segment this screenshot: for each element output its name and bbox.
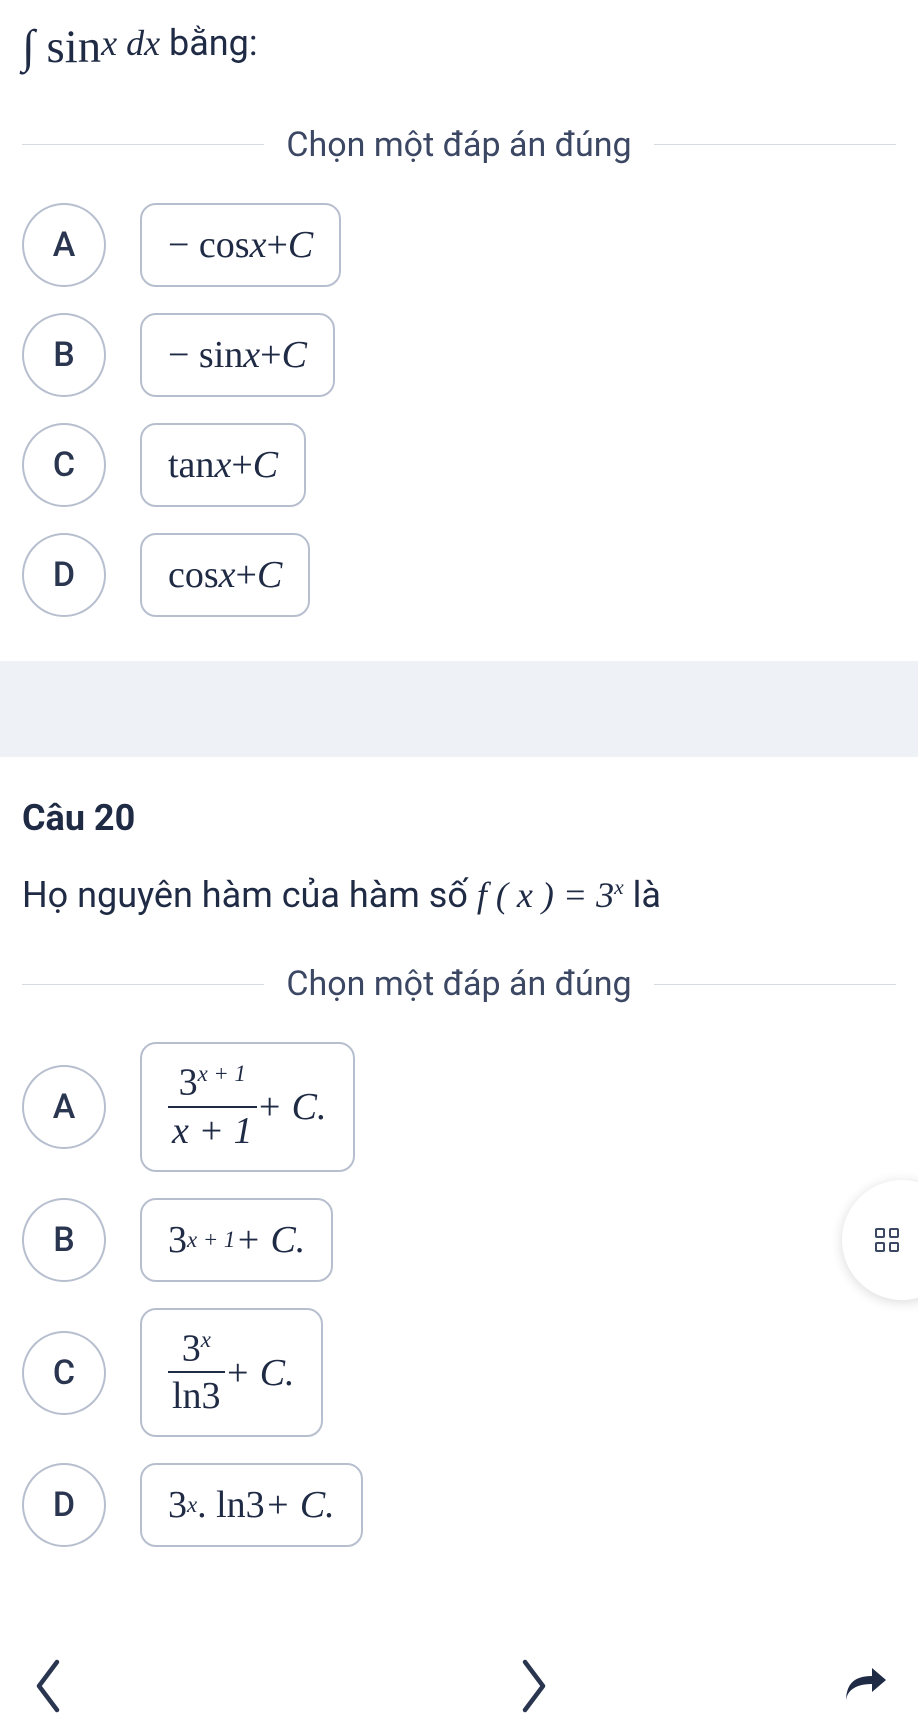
divider-line-left <box>22 144 264 145</box>
option-letter: C <box>22 423 106 507</box>
option-letter: A <box>22 203 106 287</box>
expr-plus: + <box>236 553 257 597</box>
denominator: ln3 <box>168 1371 225 1417</box>
expr-pre: cos <box>168 553 219 597</box>
option-b[interactable]: B 3x + 1 + C. <box>22 1198 896 1282</box>
expr-plus: + <box>260 333 281 377</box>
option-letter: D <box>22 1463 106 1547</box>
option-letter: B <box>22 1198 106 1282</box>
expr-c: C <box>257 553 282 597</box>
expr-var: x <box>250 223 267 267</box>
question-20: Câu 20 Họ nguyên hàm của hàm số f ( x ) … <box>0 797 918 1547</box>
option-box: 3x ln3 + C. <box>140 1308 323 1437</box>
prev-button[interactable] <box>30 1656 66 1720</box>
base: 3 <box>168 1483 187 1527</box>
exp: x <box>187 1492 197 1518</box>
numerator: 3x + 1 <box>175 1062 250 1106</box>
expr-pre: − cos <box>168 223 250 267</box>
question-19: ∫ sinx dx bằng: Chọn một đáp án đúng A −… <box>0 0 918 617</box>
base: 3 <box>168 1218 187 1262</box>
question-stem: Họ nguyên hàm của hàm số f ( x ) = 3x là <box>22 857 896 925</box>
question-stem: ∫ sinx dx bằng: <box>22 0 896 85</box>
expr-plus: + <box>266 223 287 267</box>
mid: . ln3 <box>197 1483 265 1527</box>
num-exp: x + 1 <box>198 1061 246 1086</box>
stem-post: là <box>633 874 661 916</box>
options-list: A − cosx + C B − sinx + C C tanx + C D c… <box>22 203 896 617</box>
dx-d: d <box>126 23 144 63</box>
instruction-divider: Chọn một đáp án đúng <box>22 964 896 1004</box>
num-base: 3 <box>182 1328 201 1370</box>
option-letter: D <box>22 533 106 617</box>
option-box: 3x + 1 + C. <box>140 1198 333 1282</box>
section-gap <box>0 661 918 757</box>
bottom-nav <box>0 1656 918 1720</box>
dx-x: x <box>144 23 160 63</box>
denominator: x + 1 <box>168 1106 257 1152</box>
divider-line-left <box>22 984 264 985</box>
option-box: − sinx + C <box>140 313 335 397</box>
option-letter: B <box>22 313 106 397</box>
option-box: 3x + 1 x + 1 + C. <box>140 1042 355 1171</box>
fraction: 3x ln3 <box>168 1328 225 1417</box>
num-exp: x <box>201 1327 211 1352</box>
divider-line-right <box>654 144 896 145</box>
expr-var: x <box>243 333 260 377</box>
divider-line-right <box>654 984 896 985</box>
options-list: A 3x + 1 x + 1 + C. B 3x + 1 + C. C 3x l… <box>22 1042 896 1547</box>
numerator: 3x <box>178 1328 215 1372</box>
expr-var: x <box>219 553 236 597</box>
grid-icon <box>875 1228 899 1252</box>
option-box: cosx + C <box>140 533 310 617</box>
option-c[interactable]: C tanx + C <box>22 423 896 507</box>
stem-f: f ( x ) = 3 <box>477 875 614 915</box>
option-letter: A <box>22 1065 106 1149</box>
expr-c: C <box>253 443 278 487</box>
expr-tail: + C. <box>225 1351 295 1395</box>
option-d[interactable]: D 3x . ln3 + C. <box>22 1463 896 1547</box>
var-x: x <box>101 23 117 63</box>
divider-text: Chọn một đáp án đúng <box>286 125 631 165</box>
option-b[interactable]: B − sinx + C <box>22 313 896 397</box>
exp: x + 1 <box>187 1227 235 1253</box>
next-button[interactable] <box>516 1656 552 1720</box>
num-base: 3 <box>179 1062 198 1104</box>
expr-plus: + <box>231 443 252 487</box>
fraction: 3x + 1 x + 1 <box>168 1062 257 1151</box>
option-box: − cosx + C <box>140 203 341 287</box>
stem-suffix: bằng: <box>169 22 258 64</box>
expr-c: C <box>288 223 313 267</box>
option-a[interactable]: A 3x + 1 x + 1 + C. <box>22 1042 896 1171</box>
option-d[interactable]: D cosx + C <box>22 533 896 617</box>
option-box: 3x . ln3 + C. <box>140 1463 363 1547</box>
expr-tail: + C. <box>235 1218 305 1262</box>
instruction-divider: Chọn một đáp án đúng <box>22 125 896 165</box>
stem-pre: Họ nguyên hàm của hàm số <box>22 874 477 916</box>
expr-c: C <box>282 333 307 377</box>
expr-tail: + C. <box>257 1085 327 1129</box>
stem-exp: x <box>614 875 624 899</box>
question-number: Câu 20 <box>22 797 896 839</box>
expr-pre: − sin <box>168 333 243 377</box>
expr-tail: + C. <box>265 1483 335 1527</box>
expr-pre: tan <box>168 443 214 487</box>
integral-sign: ∫ sin <box>22 21 101 73</box>
option-a[interactable]: A − cosx + C <box>22 203 896 287</box>
divider-text: Chọn một đáp án đúng <box>286 964 631 1004</box>
expr-var: x <box>214 443 231 487</box>
option-box: tanx + C <box>140 423 306 507</box>
forward-button[interactable] <box>832 1662 888 1714</box>
option-c[interactable]: C 3x ln3 + C. <box>22 1308 896 1437</box>
option-letter: C <box>22 1331 106 1415</box>
